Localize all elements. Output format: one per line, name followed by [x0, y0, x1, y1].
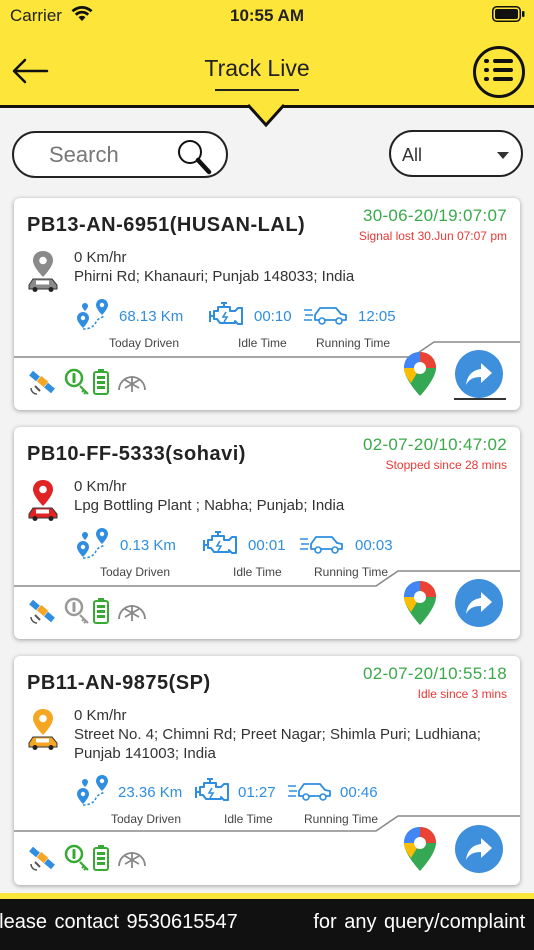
idle-time-value: 01:27: [238, 784, 276, 801]
car-speed-icon: [288, 783, 331, 801]
search-input[interactable]: [49, 142, 179, 168]
route-pins-icon: [77, 299, 108, 330]
vehicle-name: PB10-FF-5333(sohavi): [27, 443, 246, 465]
distance-value: 23.36 Km: [118, 784, 183, 801]
filter-selected-value: All: [402, 145, 423, 165]
idle-time-value: 00:01: [248, 537, 286, 554]
share-arrow-icon: [466, 592, 492, 614]
navigate-button[interactable]: [455, 825, 503, 873]
car-location-icon: [28, 251, 58, 292]
navigate-underline: [454, 398, 506, 400]
search-box[interactable]: [12, 131, 228, 178]
vehicle-name: PB11-AN-9875(SP): [27, 672, 211, 694]
navigate-button[interactable]: [455, 350, 503, 398]
ignition-key-icon: [64, 597, 90, 630]
share-arrow-icon: [466, 838, 492, 860]
google-maps-icon[interactable]: [402, 826, 438, 872]
card-divider: [14, 341, 520, 358]
menu-button[interactable]: [473, 46, 525, 98]
ac-snowflake-icon: [116, 844, 148, 877]
vehicle-address: Phirni Rd; Khanauri; Punjab 148033; Indi…: [74, 268, 355, 285]
gps-satellite-icon: [28, 597, 58, 630]
vehicle-address: Lpg Bottling Plant ; Nabha; Punjab; Indi…: [74, 497, 345, 514]
device-status-icons: [28, 368, 168, 396]
engine-icon: [203, 531, 237, 554]
engine-icon: [209, 302, 243, 325]
distance-value: 0.13 Km: [120, 537, 176, 554]
card-divider: [14, 815, 520, 832]
ac-snowflake-icon: [116, 597, 148, 630]
battery-status-icon: [92, 844, 110, 877]
footer-ticker-text: please contact 9530615547 for any query/…: [0, 911, 526, 933]
search-icon[interactable]: [174, 137, 214, 177]
engine-icon: [195, 778, 229, 801]
ignition-key-icon: [64, 368, 90, 401]
gps-satellite-icon: [28, 368, 58, 401]
route-pins-icon: [77, 528, 108, 559]
vehicle-card[interactable]: PB11-AN-9875(SP) 02-07-20/10:55:18 Idle …: [14, 656, 520, 885]
battery-status-icon: [92, 368, 110, 401]
ignition-key-icon: [64, 844, 90, 877]
car-location-icon: [28, 480, 58, 521]
last-update-datetime: 02-07-20/10:55:18: [362, 664, 507, 683]
footer-ticker-bar: please contact 9530615547 for any query/…: [0, 899, 534, 950]
running-time-value: 00:03: [355, 537, 393, 554]
last-update-datetime: 02-07-20/10:47:02: [362, 435, 507, 454]
vehicle-status: Idle since 3 mins: [417, 687, 507, 701]
speed-value: 0 Km/hr: [74, 707, 127, 724]
card-divider: [14, 570, 520, 587]
filter-dropdown[interactable]: All: [389, 130, 523, 177]
idle-time-value: 00:10: [254, 308, 292, 325]
last-update-datetime: 30-06-20/19:07:07: [362, 206, 507, 225]
navigate-button[interactable]: [455, 579, 503, 627]
chevron-down-icon: [497, 152, 509, 159]
car-speed-icon: [300, 536, 343, 554]
speed-value: 0 Km/hr: [74, 478, 127, 495]
running-time-value: 00:46: [340, 784, 378, 801]
title-underline: [215, 89, 299, 91]
route-pins-icon: [77, 775, 108, 806]
car-speed-icon: [304, 307, 347, 325]
device-status-icons: [28, 597, 168, 625]
vehicle-address: Street No. 4; Chimni Rd; Preet Nagar; Sh…: [74, 726, 481, 762]
share-arrow-icon: [466, 363, 492, 385]
status-bar: Carrier 10:55 AM: [0, 0, 534, 30]
vehicle-card[interactable]: PB13-AN-6951(HUSAN-LAL) 30-06-20/19:07:0…: [14, 198, 520, 410]
app-header: Carrier 10:55 AM Track Live: [0, 0, 534, 108]
vehicle-name: PB13-AN-6951(HUSAN-LAL): [27, 214, 306, 236]
vehicle-card[interactable]: PB10-FF-5333(sohavi) 02-07-20/10:47:02 S…: [14, 427, 520, 639]
page-title: Track Live: [204, 55, 310, 81]
ac-snowflake-icon: [116, 368, 148, 401]
battery-icon: [492, 6, 525, 22]
running-time-value: 12:05: [358, 308, 396, 325]
gps-satellite-icon: [28, 844, 58, 877]
distance-value: 68.13 Km: [119, 308, 184, 325]
device-status-icons: [28, 844, 168, 872]
car-location-icon: [28, 709, 58, 750]
google-maps-icon[interactable]: [402, 351, 438, 397]
vehicle-status: Signal lost 30.Jun 07:07 pm: [358, 229, 507, 243]
battery-status-icon: [92, 597, 110, 630]
speed-value: 0 Km/hr: [74, 249, 127, 266]
google-maps-icon[interactable]: [402, 580, 438, 626]
clock: 10:55 AM: [229, 6, 304, 25]
header-notch-icon: [248, 104, 284, 128]
vehicle-status: Stopped since 28 mins: [385, 458, 507, 472]
